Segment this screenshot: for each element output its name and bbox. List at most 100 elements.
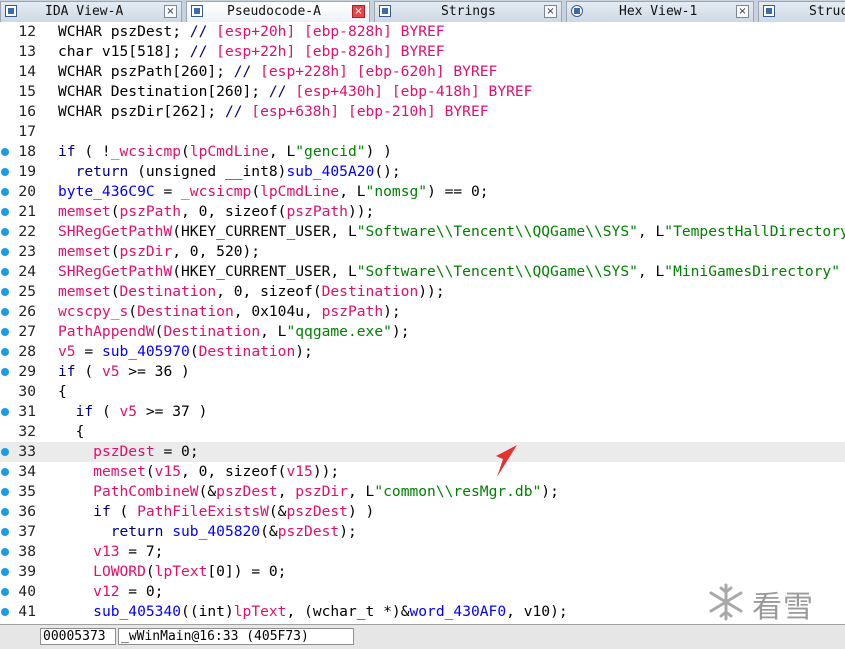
code-text[interactable]: wcscpy_s(Destination, 0x104u, pszPath); — [58, 302, 401, 322]
code-text[interactable]: if ( !_wcsicmp(lpCmdLine, L"gencid") ) — [58, 142, 392, 162]
code-text[interactable]: if ( v5 >= 37 ) — [58, 402, 208, 422]
breakpoint-dot-icon[interactable] — [1, 288, 9, 296]
code-line[interactable]: 21 memset(pszPath, 0, sizeof(pszPath)); — [0, 202, 845, 222]
code-text[interactable]: PathAppendW(Destination, L"qqgame.exe"); — [58, 322, 409, 342]
code-line[interactable]: 30 { — [0, 382, 845, 402]
code-line[interactable]: 19 return (unsigned __int8)sub_405A20(); — [0, 162, 845, 182]
breakpoint-dot-icon[interactable] — [1, 508, 9, 516]
line-number: 12 — [18, 23, 36, 40]
close-icon[interactable]: × — [164, 5, 177, 18]
code-line[interactable]: 39 LOWORD(lpText[0]) = 0; — [0, 562, 845, 582]
breakpoint-dot-icon[interactable] — [1, 588, 9, 596]
close-icon[interactable]: × — [544, 5, 557, 18]
tab-ida-view[interactable]: IDA View-A × — [0, 1, 182, 22]
code-text[interactable]: WCHAR pszPath[260]; // [esp+228h] [ebp-6… — [58, 62, 497, 82]
pseudocode-view[interactable]: 12 WCHAR pszDest; // [esp+20h] [ebp-828h]… — [0, 22, 845, 624]
code-text[interactable]: LOWORD(lpText[0]) = 0; — [58, 562, 286, 582]
breakpoint-dot-icon[interactable] — [1, 268, 9, 276]
breakpoint-dot-icon[interactable] — [1, 348, 9, 356]
code-text[interactable]: WCHAR Destination[260]; // [esp+430h] [e… — [58, 82, 532, 102]
code-text[interactable]: memset(pszDir, 0, 520); — [58, 242, 260, 262]
breakpoint-dot-icon[interactable] — [1, 448, 9, 456]
code-line[interactable]: 15 WCHAR Destination[260]; // [esp+430h] … — [0, 82, 845, 102]
breakpoint-dot-icon[interactable] — [1, 528, 9, 536]
code-line[interactable]: 38 v13 = 7; — [0, 542, 845, 562]
code-text[interactable]: WCHAR pszDest; // [esp+20h] [ebp-828h] B… — [58, 22, 445, 42]
breakpoint-dot-icon[interactable] — [1, 328, 9, 336]
code-line[interactable]: 18 if ( !_wcsicmp(lpCmdLine, L"gencid") ) — [0, 142, 845, 162]
breakpoint-dot-icon[interactable] — [1, 548, 9, 556]
tab-pseudocode[interactable]: Pseudocode-A × — [186, 1, 370, 22]
line-number: 14 — [18, 63, 36, 80]
code-line[interactable]: 31 if ( v5 >= 37 ) — [0, 402, 845, 422]
code-text[interactable]: memset(v15, 0, sizeof(v15)); — [58, 462, 339, 482]
tab-hex-view[interactable]: Hex View-1 × — [566, 1, 754, 22]
code-text[interactable]: if ( PathFileExistsW(&pszDest) ) — [58, 502, 374, 522]
code-text[interactable]: { — [58, 422, 85, 442]
breakpoint-dot-icon[interactable] — [1, 208, 9, 216]
code-line[interactable]: 22 SHRegGetPathW(HKEY_CURRENT_USER, L"Sof… — [0, 222, 845, 242]
code-text[interactable]: v13 = 7; — [58, 542, 163, 562]
code-line[interactable]: 24 SHRegGetPathW(HKEY_CURRENT_USER, L"Sof… — [0, 262, 845, 282]
code-text[interactable]: memset(Destination, 0, sizeof(Destinatio… — [58, 282, 445, 302]
breakpoint-dot-icon[interactable] — [1, 488, 9, 496]
code-line[interactable]: 32 { — [0, 422, 845, 442]
code-text[interactable]: SHRegGetPathW(HKEY_CURRENT_USER, L"Softw… — [58, 222, 845, 242]
code-text[interactable]: byte_436C9C = _wcsicmp(lpCmdLine, L"noms… — [58, 182, 489, 202]
code-text[interactable]: return (unsigned __int8)sub_405A20(); — [58, 162, 401, 182]
code-line[interactable]: 36 if ( PathFileExistsW(&pszDest) ) — [0, 502, 845, 522]
code-line[interactable]: 35 PathCombineW(&pszDest, pszDir, L"comm… — [0, 482, 845, 502]
code-text[interactable]: { — [58, 382, 67, 402]
code-text[interactable]: memset(pszPath, 0, sizeof(pszPath)); — [58, 202, 374, 222]
breakpoint-dot-icon[interactable] — [1, 308, 9, 316]
tab-structures[interactable]: Struc — [758, 1, 845, 22]
breakpoint-dot-icon[interactable] — [1, 188, 9, 196]
structures-icon — [763, 5, 775, 17]
line-number: 19 — [18, 163, 36, 180]
close-icon[interactable]: × — [352, 5, 365, 18]
breakpoint-dot-icon[interactable] — [1, 168, 9, 176]
code-text[interactable]: SHRegGetPathW(HKEY_CURRENT_USER, L"Softw… — [58, 262, 840, 282]
code-text[interactable]: v5 = sub_405970(Destination); — [58, 342, 313, 362]
breakpoint-dot-icon[interactable] — [1, 608, 9, 616]
breakpoint-dot-icon[interactable] — [1, 148, 9, 156]
line-number: 18 — [18, 143, 36, 160]
code-line[interactable]: 20 byte_436C9C = _wcsicmp(lpCmdLine, L"no… — [0, 182, 845, 202]
code-line[interactable]: 26 wcscpy_s(Destination, 0x104u, pszPath)… — [0, 302, 845, 322]
breakpoint-dot-icon[interactable] — [1, 468, 9, 476]
code-line[interactable]: 29 if ( v5 >= 36 ) — [0, 362, 845, 382]
snowflake-icon — [709, 583, 743, 621]
breakpoint-dot-icon[interactable] — [1, 248, 9, 256]
code-text[interactable]: pszDest = 0; — [58, 442, 198, 462]
close-icon[interactable]: × — [736, 5, 749, 18]
code-line[interactable]: 34 memset(v15, 0, sizeof(v15)); — [0, 462, 845, 482]
tab-strings[interactable]: Strings × — [374, 1, 562, 22]
breakpoint-dot-icon[interactable] — [1, 228, 9, 236]
line-number: 20 — [18, 183, 36, 200]
breakpoint-dot-icon[interactable] — [1, 568, 9, 576]
code-line[interactable]: 12 WCHAR pszDest; // [esp+20h] [ebp-828h]… — [0, 22, 845, 42]
code-line[interactable]: 33 pszDest = 0; — [0, 442, 845, 462]
breakpoint-dot-icon[interactable] — [1, 408, 9, 416]
line-number: 16 — [18, 103, 36, 120]
code-line[interactable]: 17 — [0, 122, 845, 142]
code-line[interactable]: 28 v5 = sub_405970(Destination); — [0, 342, 845, 362]
code-text[interactable]: PathCombineW(&pszDest, pszDir, L"common\… — [58, 482, 559, 502]
breakpoint-dot-icon[interactable] — [1, 368, 9, 376]
code-line[interactable]: 37 return sub_405820(&pszDest); — [0, 522, 845, 542]
code-text[interactable]: char v15[518]; // [esp+22h] [ebp-826h] B… — [58, 42, 445, 62]
code-line[interactable]: 14 WCHAR pszPath[260]; // [esp+228h] [ebp… — [0, 62, 845, 82]
code-line[interactable]: 23 memset(pszDir, 0, 520); — [0, 242, 845, 262]
code-line[interactable]: 25 memset(Destination, 0, sizeof(Destinat… — [0, 282, 845, 302]
code-text[interactable]: return sub_405820(&pszDest); — [58, 522, 357, 542]
watermark-text: 看雪 — [752, 590, 814, 625]
hex-view-icon — [571, 5, 583, 17]
code-line[interactable]: 13 char v15[518]; // [esp+22h] [ebp-826h]… — [0, 42, 845, 62]
code-text[interactable]: v12 = 0; — [58, 582, 163, 602]
code-line[interactable]: 27 PathAppendW(Destination, L"qqgame.exe"… — [0, 322, 845, 342]
code-line[interactable]: 16 WCHAR pszDir[262]; // [esp+638h] [ebp-… — [0, 102, 845, 122]
code-text[interactable]: sub_405340((int)lpText, (wchar_t *)&word… — [58, 602, 568, 622]
line-number: 32 — [18, 423, 36, 440]
code-text[interactable]: WCHAR pszDir[262]; // [esp+638h] [ebp-21… — [58, 102, 489, 122]
code-text[interactable]: if ( v5 >= 36 ) — [58, 362, 190, 382]
